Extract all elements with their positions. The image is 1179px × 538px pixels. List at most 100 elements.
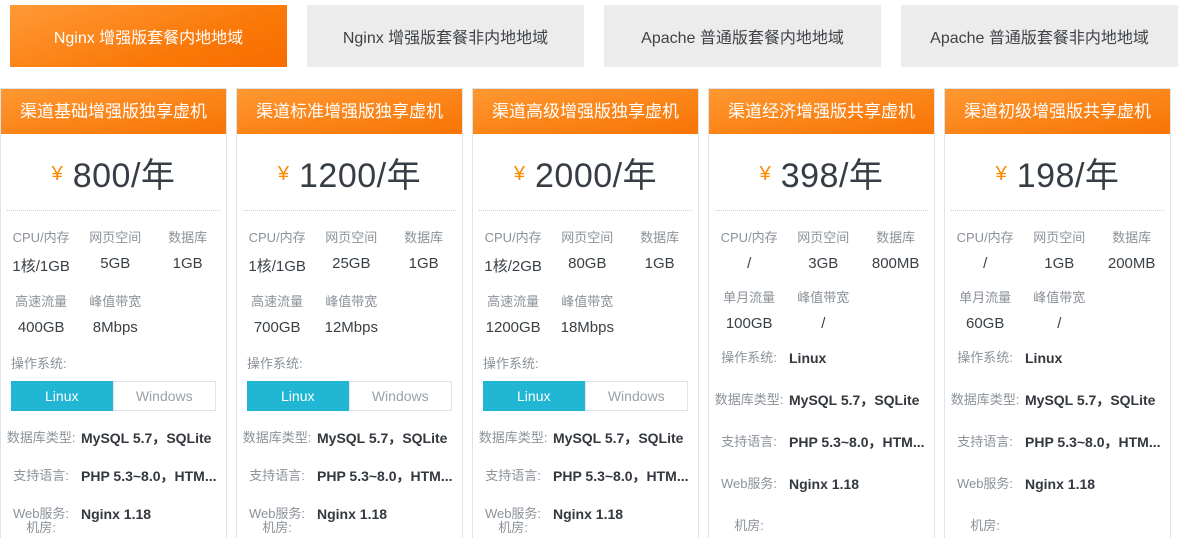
spec-cell: 单月流量 100GB bbox=[713, 287, 785, 332]
detail-row-value bbox=[789, 516, 934, 536]
detail-row-value: Nginx 1.18 bbox=[1025, 474, 1170, 495]
plan-category-tab[interactable]: Apache 普通版套餐内地地域 bbox=[604, 5, 881, 67]
os-label: 操作系统: bbox=[483, 353, 698, 372]
spec-cell: 峰值带宽 / bbox=[785, 287, 861, 332]
detail-row: 数据库类型: MySQL 5.7，SQLite bbox=[473, 428, 698, 449]
spec-grid: CPU/内存 1核/2GB 网页空间 80GB 数据库 1GB 高速流量 120… bbox=[473, 211, 698, 336]
detail-row-label: 机房: bbox=[1, 518, 81, 538]
currency-symbol: ¥ bbox=[760, 163, 771, 186]
currency-symbol: ¥ bbox=[996, 163, 1007, 186]
os-option-linux[interactable]: Linux bbox=[11, 381, 113, 411]
plan-price: ¥ 2000/年 bbox=[479, 134, 692, 211]
plan-title: 渠道高级增强版独享虚机 bbox=[473, 89, 698, 134]
plan-title: 渠道初级增强版共享虚机 bbox=[945, 89, 1170, 134]
detail-row-value: PHP 5.3~8.0，HTM... bbox=[81, 466, 226, 487]
plan-price: ¥ 398/年 bbox=[715, 134, 928, 211]
plan-card: 渠道经济增强版共享虚机 ¥ 398/年 CPU/内存 / 网页空间 3GB 数据… bbox=[708, 88, 935, 538]
spec-cell: 数据库 800MB bbox=[861, 227, 930, 272]
detail-row-value bbox=[1025, 516, 1170, 536]
spec-grid: CPU/内存 1核/1GB 网页空间 25GB 数据库 1GB 高速流量 700… bbox=[237, 211, 462, 336]
spec-label: 数据库 bbox=[1097, 227, 1166, 246]
plan-card: 渠道初级增强版共享虚机 ¥ 198/年 CPU/内存 / 网页空间 1GB 数据… bbox=[944, 88, 1171, 538]
os-toggle: LinuxWindows bbox=[483, 381, 688, 411]
detail-row: 支持语言: PHP 5.3~8.0，HTM... bbox=[945, 432, 1170, 453]
spec-label: 单月流量 bbox=[713, 287, 785, 306]
spec-label: 网页空间 bbox=[313, 227, 389, 246]
detail-row: Web服务: Nginx 1.18 bbox=[709, 474, 934, 495]
plan-category-tab[interactable]: Apache 普通版套餐非内地地域 bbox=[901, 5, 1178, 67]
detail-rows: 数据库类型: MySQL 5.7，SQLite 支持语言: PHP 5.3~8.… bbox=[237, 428, 462, 538]
detail-row-label: 支持语言: bbox=[237, 466, 317, 487]
os-option-windows[interactable]: Windows bbox=[113, 381, 217, 411]
detail-row-label: 数据库类型: bbox=[1, 428, 81, 449]
spec-value: 8Mbps bbox=[77, 319, 153, 336]
os-option-linux[interactable]: Linux bbox=[483, 381, 585, 411]
plan-card: 渠道基础增强版独享虚机 ¥ 800/年 CPU/内存 1核/1GB 网页空间 5… bbox=[0, 88, 227, 538]
plan-category-tab[interactable]: Nginx 增强版套餐内地地域 bbox=[10, 5, 287, 67]
spec-cell: 数据库 1GB bbox=[625, 227, 694, 276]
detail-row-label: 支持语言: bbox=[1, 466, 81, 487]
plan-price: ¥ 1200/年 bbox=[243, 134, 456, 211]
detail-row: 数据库类型: MySQL 5.7，SQLite bbox=[237, 428, 462, 449]
spec-value: 18Mbps bbox=[549, 319, 625, 336]
spec-value: 400GB bbox=[5, 319, 77, 336]
detail-row-value bbox=[317, 518, 462, 538]
spec-cell: 单月流量 60GB bbox=[949, 287, 1021, 332]
spec-value: 200MB bbox=[1097, 255, 1166, 272]
detail-row-value: MySQL 5.7，SQLite bbox=[1025, 390, 1170, 411]
spec-label: 数据库 bbox=[389, 227, 458, 246]
spec-value: 1GB bbox=[153, 255, 222, 272]
os-toggle: LinuxWindows bbox=[11, 381, 216, 411]
spec-cell: 网页空间 1GB bbox=[1021, 227, 1097, 272]
detail-row: 机房: bbox=[1, 518, 226, 538]
spec-label: 峰值带宽 bbox=[77, 291, 153, 310]
detail-row: 支持语言: PHP 5.3~8.0，HTM... bbox=[709, 432, 934, 453]
spec-value: 1核/2GB bbox=[477, 255, 549, 276]
os-option-windows[interactable]: Windows bbox=[585, 381, 689, 411]
os-option-windows[interactable]: Windows bbox=[349, 381, 453, 411]
plan-card: 渠道标准增强版独享虚机 ¥ 1200/年 CPU/内存 1核/1GB 网页空间 … bbox=[236, 88, 463, 538]
os-section: 操作系统: LinuxWindows bbox=[1, 353, 226, 411]
detail-row-value: Linux bbox=[789, 348, 934, 369]
spec-cell: 高速流量 400GB bbox=[5, 291, 77, 336]
cards-row: 渠道基础增强版独享虚机 ¥ 800/年 CPU/内存 1核/1GB 网页空间 5… bbox=[0, 88, 1179, 538]
spec-label: 数据库 bbox=[861, 227, 930, 246]
detail-row-value: Nginx 1.18 bbox=[789, 474, 934, 495]
spec-label: 单月流量 bbox=[949, 287, 1021, 306]
spec-label: 高速流量 bbox=[241, 291, 313, 310]
spec-value: 25GB bbox=[313, 255, 389, 272]
plan-category-tab[interactable]: Nginx 增强版套餐非内地地域 bbox=[307, 5, 584, 67]
spec-label: 数据库 bbox=[153, 227, 222, 246]
spec-label: 峰值带宽 bbox=[313, 291, 389, 310]
detail-row-label: 数据库类型: bbox=[945, 390, 1025, 411]
detail-row: 操作系统: Linux bbox=[709, 348, 934, 369]
spec-cell: CPU/内存 1核/1GB bbox=[5, 227, 77, 276]
spec-grid: CPU/内存 / 网页空间 3GB 数据库 800MB 单月流量 100GB 峰… bbox=[709, 211, 934, 332]
spec-value: 60GB bbox=[949, 315, 1021, 332]
spec-cell: 峰值带宽 / bbox=[1021, 287, 1097, 332]
spec-label: CPU/内存 bbox=[713, 227, 785, 246]
price-amount: 800/年 bbox=[73, 148, 176, 197]
detail-row-label: Web服务: bbox=[945, 474, 1025, 495]
spec-value: 800MB bbox=[861, 255, 930, 272]
os-label: 操作系统: bbox=[247, 353, 462, 372]
spec-grid: CPU/内存 1核/1GB 网页空间 5GB 数据库 1GB 高速流量 400G… bbox=[1, 211, 226, 336]
detail-row-label: 支持语言: bbox=[709, 432, 789, 453]
spec-value: 1核/1GB bbox=[241, 255, 313, 276]
os-option-linux[interactable]: Linux bbox=[247, 381, 349, 411]
spec-value: 5GB bbox=[77, 255, 153, 272]
detail-row: 机房: bbox=[945, 516, 1170, 536]
spec-label: 峰值带宽 bbox=[1021, 287, 1097, 306]
spec-cell: 高速流量 1200GB bbox=[477, 291, 549, 336]
detail-row-label: 机房: bbox=[709, 516, 789, 536]
detail-row-value: MySQL 5.7，SQLite bbox=[553, 428, 698, 449]
currency-symbol: ¥ bbox=[278, 163, 289, 186]
spec-value: / bbox=[713, 255, 785, 272]
spec-value: 700GB bbox=[241, 319, 313, 336]
detail-row-label: 操作系统: bbox=[945, 348, 1025, 369]
price-amount: 198/年 bbox=[1017, 148, 1120, 197]
detail-row-label: Web服务: bbox=[709, 474, 789, 495]
currency-symbol: ¥ bbox=[514, 163, 525, 186]
spec-label: 高速流量 bbox=[5, 291, 77, 310]
spec-cell: CPU/内存 / bbox=[949, 227, 1021, 272]
